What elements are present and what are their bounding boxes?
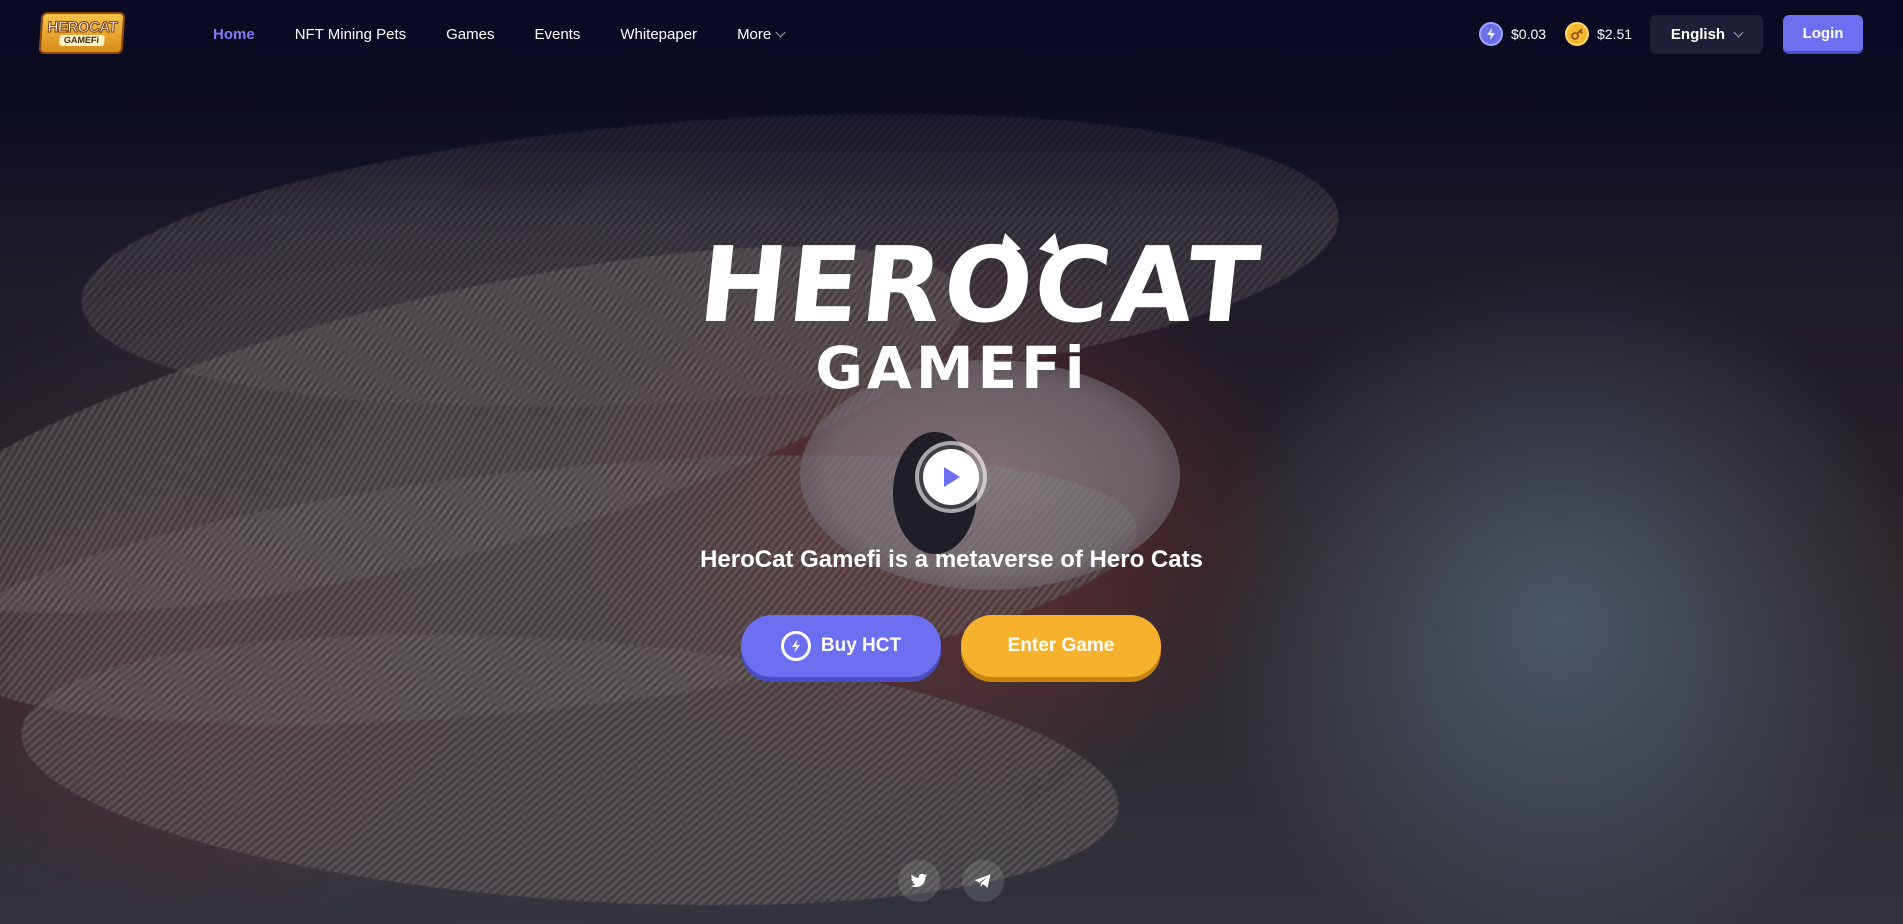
nav-nft-mining-pets[interactable]: NFT Mining Pets — [295, 26, 406, 43]
chevron-down-icon — [775, 27, 786, 37]
chevron-down-icon — [1733, 27, 1744, 38]
twitter-link[interactable] — [898, 860, 940, 902]
nav-whitepaper[interactable]: Whitepaper — [620, 26, 697, 43]
nav-events[interactable]: Events — [534, 26, 580, 43]
buy-hct-button[interactable]: Buy HCT — [741, 615, 941, 677]
nav-more[interactable]: More — [737, 25, 786, 43]
play-video-button[interactable] — [915, 441, 987, 513]
play-icon — [944, 467, 960, 487]
nav-home[interactable]: Home — [213, 26, 255, 43]
hct-price-value: $0.03 — [1511, 26, 1547, 42]
hct-price: $0.03 — [1479, 22, 1546, 46]
nav-games[interactable]: Games — [446, 26, 494, 43]
language-selector[interactable]: English — [1650, 15, 1763, 54]
hero-title-line1: HEROCAT — [693, 224, 1267, 346]
nav-more-label: More — [737, 25, 772, 43]
login-button[interactable]: Login — [1783, 15, 1863, 54]
logo-text-top: HEROCAT — [47, 19, 119, 37]
hct-coin-icon — [780, 631, 811, 661]
logo-text-bottom: GAMEFi — [58, 35, 105, 46]
gold-coin-icon — [1565, 22, 1589, 46]
telegram-icon — [974, 874, 991, 888]
telegram-link[interactable] — [962, 860, 1004, 902]
main-nav: Home NFT Mining Pets Games Events Whitep… — [213, 0, 824, 68]
cat-ears-icon — [999, 233, 1061, 257]
gold-price: $2.51 — [1565, 22, 1632, 46]
top-navbar: HEROCAT GAMEFi Home NFT Mining Pets Game… — [0, 0, 1903, 68]
hero-title-logo: HEROCAT GAMEFi — [694, 224, 1267, 410]
buy-hct-label: Buy HCT — [820, 635, 902, 656]
gold-price-value: $2.51 — [1597, 26, 1633, 42]
language-label: English — [1670, 26, 1726, 43]
site-logo[interactable]: HEROCAT GAMEFi — [38, 12, 126, 54]
enter-game-button[interactable]: Enter Game — [961, 615, 1161, 677]
hero-tagline: HeroCat Gamefi is a metaverse of Hero Ca… — [700, 546, 1203, 573]
twitter-icon — [910, 873, 928, 888]
hct-coin-icon — [1479, 22, 1503, 46]
